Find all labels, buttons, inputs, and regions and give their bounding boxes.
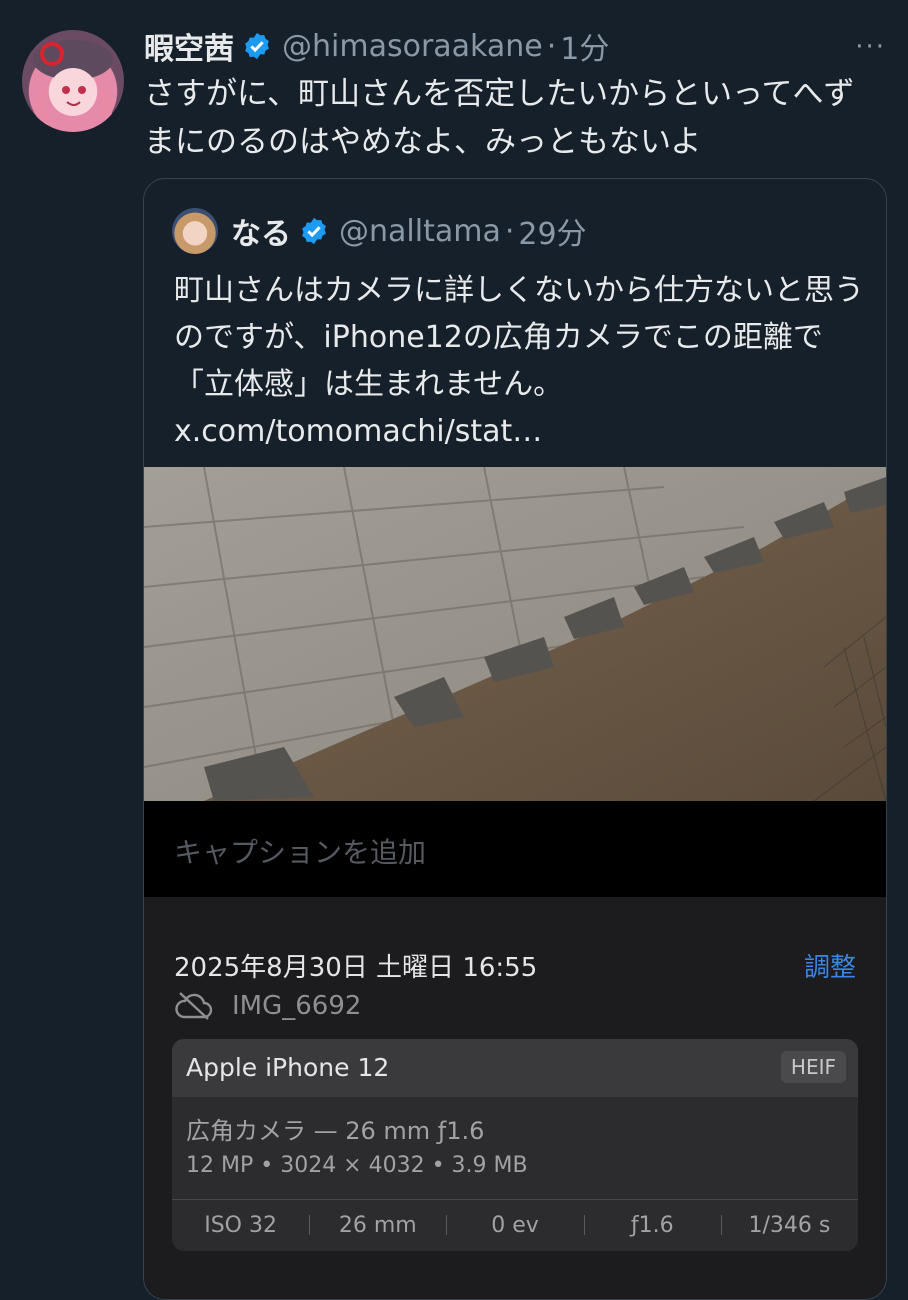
quoted-tweet-time[interactable]: 29分 xyxy=(518,209,586,253)
caption-placeholder[interactable]: キャプションを追加 xyxy=(174,831,426,871)
tweet-header: 暇空茜 @himasoraakane · 1分 ··· xyxy=(144,24,886,68)
quoted-tweet-header: なる @nalltama · 29分 xyxy=(231,209,587,253)
exif-shutter-speed: 1/346 s xyxy=(720,1213,858,1238)
separator-dot: · xyxy=(546,28,557,64)
tweet-text: さすがに、町山さんを否定したいからといってへずまにのるのはやめなよ、みっともない… xyxy=(144,76,855,160)
separator-dot: · xyxy=(504,213,515,249)
author-name[interactable]: 暇空茜 xyxy=(144,24,234,68)
file-row: IMG_6692 xyxy=(174,991,361,1021)
quoted-author-handle[interactable]: @nalltama xyxy=(339,214,501,249)
lens-info: 広角カメラ — 26 mm ƒ1.6 xyxy=(186,1117,485,1145)
photo-date: 2025年8月30日 土曜日 16:55 xyxy=(174,953,538,983)
quoted-tweet-text: 町山さんはカメラに詳しくないから仕方ないと思うのですが、iPhone12の広角カ… xyxy=(174,273,864,449)
photo-filename: IMG_6692 xyxy=(232,991,362,1021)
author-avatar[interactable] xyxy=(22,30,124,132)
caption-area[interactable]: キャプションを追加 xyxy=(144,801,886,897)
exif-row: ISO 32 26 mm 0 ev ƒ1.6 1/346 s xyxy=(172,1200,858,1251)
cloud-off-icon xyxy=(175,992,213,1020)
verified-badge-icon xyxy=(242,31,272,61)
camera-metadata-card: Apple iPhone 12 HEIF 広角カメラ — 26 mm ƒ1.6 … xyxy=(172,1039,858,1251)
verified-badge-icon xyxy=(299,216,329,246)
quoted-tweet[interactable]: なる @nalltama · 29分 町山さんはカメラに詳しくないから仕方ないと… xyxy=(143,178,887,1300)
format-badge: HEIF xyxy=(780,1051,846,1083)
adjust-button[interactable]: 調整 xyxy=(804,947,856,984)
photo-info-panel: 2025年8月30日 土曜日 16:55 調整 IMG_6692 Apple i… xyxy=(144,897,886,1299)
exif-exposure-value: 0 ev xyxy=(446,1213,583,1238)
device-header: Apple iPhone 12 HEIF xyxy=(172,1039,858,1097)
quoted-author-name[interactable]: なる xyxy=(231,209,291,253)
author-handle[interactable]: @himasoraakane xyxy=(282,29,543,64)
attached-photo[interactable] xyxy=(144,467,886,801)
device-name: Apple iPhone 12 xyxy=(186,1053,390,1082)
exif-focal-length: 26 mm xyxy=(309,1213,446,1238)
image-specs: 12 MP • 3024 × 4032 • 3.9 MB xyxy=(186,1153,528,1178)
more-options-icon[interactable]: ··· xyxy=(855,32,886,62)
quoted-author-avatar[interactable] xyxy=(172,208,218,254)
exif-aperture: ƒ1.6 xyxy=(583,1213,721,1238)
tweet-time[interactable]: 1分 xyxy=(560,24,609,68)
exif-iso: ISO 32 xyxy=(204,1213,277,1238)
